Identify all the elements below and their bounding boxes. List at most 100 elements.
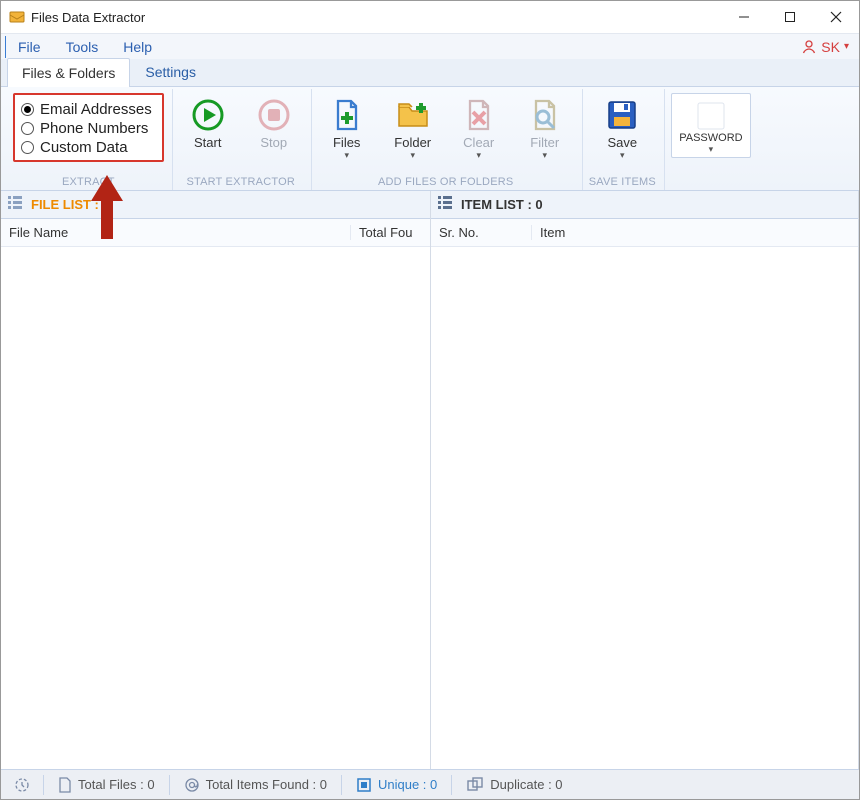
menu-help[interactable]: Help: [110, 36, 164, 58]
play-icon: [190, 97, 226, 133]
start-label: Start: [194, 135, 221, 150]
panel-title: FILE LIST : 0: [31, 197, 110, 212]
status-total-items: Total Items Found : 0: [178, 777, 333, 793]
close-button[interactable]: [813, 1, 859, 33]
group-label: START EXTRACTOR: [186, 176, 295, 190]
status-total-files: Total Files : 0: [52, 777, 161, 793]
filter-label: Filter: [530, 135, 559, 150]
clear-button[interactable]: Clear ▾: [450, 93, 508, 163]
stop-button[interactable]: Stop: [245, 93, 303, 152]
ribbon-group-add: Files ▾ Folder ▾ Clear ▾: [311, 89, 580, 190]
status-bar: Total Files : 0 Total Items Found : 0 Un…: [1, 769, 859, 799]
group-label: [709, 176, 712, 190]
tab-settings[interactable]: Settings: [130, 57, 211, 86]
ribbon: Email Addresses Phone Numbers Custom Dat…: [1, 87, 859, 191]
chevron-down-icon: ▾: [620, 150, 625, 161]
list-icon: [437, 194, 453, 215]
file-add-icon: [329, 97, 365, 133]
save-label: Save: [607, 135, 637, 150]
menu-tools[interactable]: Tools: [53, 36, 111, 58]
chevron-down-icon: ▾: [709, 144, 714, 155]
chevron-down-icon: ▾: [344, 150, 349, 161]
password-button[interactable]: PASSWORD ▾: [671, 93, 751, 158]
radio-phone-numbers[interactable]: Phone Numbers: [21, 120, 152, 137]
filter-button[interactable]: Filter ▾: [516, 93, 574, 163]
start-button[interactable]: Start: [179, 93, 237, 152]
status-unique[interactable]: Unique : 0: [350, 777, 443, 793]
extract-radio-box: Email Addresses Phone Numbers Custom Dat…: [13, 93, 164, 162]
column-headers: File Name Total Fou: [1, 219, 430, 247]
minimize-button[interactable]: [721, 1, 767, 33]
panel-title: ITEM LIST : 0: [461, 197, 543, 212]
tab-files-folders[interactable]: Files & Folders: [7, 58, 130, 87]
password-label: PASSWORD: [679, 132, 742, 144]
menu-file[interactable]: File: [5, 36, 53, 58]
person-icon: [801, 39, 817, 55]
radio-custom-data[interactable]: Custom Data: [21, 139, 152, 156]
ribbon-group-password: PASSWORD ▾: [664, 89, 757, 190]
group-label: SAVE ITEMS: [589, 176, 656, 190]
status-duplicate[interactable]: Duplicate : 0: [460, 777, 568, 793]
radio-label: Email Addresses: [40, 101, 152, 118]
item-list-body[interactable]: [431, 247, 858, 769]
brand-profile[interactable]: SK ▾: [801, 39, 859, 55]
folder-button[interactable]: Folder ▾: [384, 93, 442, 163]
chevron-down-icon: ▾: [844, 41, 849, 52]
menu-bar: File Tools Help SK ▾: [1, 33, 859, 59]
clear-label: Clear: [463, 135, 494, 150]
file-list-body[interactable]: [1, 247, 430, 769]
status-label: Total Items Found : 0: [206, 777, 327, 792]
duplicate-icon: [466, 777, 484, 793]
file-icon: [58, 777, 72, 793]
col-item[interactable]: Item: [531, 225, 858, 240]
ribbon-tabs: Files & Folders Settings: [1, 59, 859, 87]
radio-email-addresses[interactable]: Email Addresses: [21, 101, 152, 118]
panel-header: ITEM LIST : 0: [431, 191, 858, 219]
content-panels: FILE LIST : 0 File Name Total Fou ITEM L…: [1, 191, 859, 769]
radio-label: Phone Numbers: [40, 120, 148, 137]
at-icon: [184, 777, 200, 793]
folder-label: Folder: [394, 135, 431, 150]
radio-icon: [21, 122, 34, 135]
col-sr-no[interactable]: Sr. No.: [431, 225, 531, 240]
blank-icon: [697, 102, 725, 130]
chevron-down-icon: ▾: [476, 150, 481, 161]
save-icon: [604, 97, 640, 133]
status-label: Total Files : 0: [78, 777, 155, 792]
chevron-down-icon: ▾: [410, 150, 415, 161]
save-button[interactable]: Save ▾: [593, 93, 651, 163]
app-icon: [9, 9, 25, 25]
ribbon-group-start: Start Stop START EXTRACTOR: [172, 89, 309, 190]
history-icon: [13, 777, 29, 793]
window-title: Files Data Extractor: [31, 10, 145, 25]
ribbon-group-save: Save ▾ SAVE ITEMS: [582, 89, 662, 190]
group-label: ADD FILES OR FOLDERS: [378, 176, 513, 190]
radio-icon: [21, 103, 34, 116]
col-total-found[interactable]: Total Fou: [350, 225, 430, 240]
file-clear-icon: [461, 97, 497, 133]
radio-label: Custom Data: [40, 139, 128, 156]
ribbon-group-extract: Email Addresses Phone Numbers Custom Dat…: [7, 89, 170, 190]
file-filter-icon: [527, 97, 563, 133]
panel-item-list: ITEM LIST : 0 Sr. No. Item: [431, 191, 859, 769]
group-label: EXTRACT: [62, 176, 115, 190]
folder-add-icon: [395, 97, 431, 133]
title-bar: Files Data Extractor: [1, 1, 859, 33]
panel-file-list: FILE LIST : 0 File Name Total Fou: [1, 191, 431, 769]
list-icon: [7, 194, 23, 215]
files-label: Files: [333, 135, 360, 150]
stop-label: Stop: [260, 135, 287, 150]
panel-header: FILE LIST : 0: [1, 191, 430, 219]
maximize-button[interactable]: [767, 1, 813, 33]
radio-icon: [21, 141, 34, 154]
status-history[interactable]: [7, 777, 35, 793]
unique-icon: [356, 777, 372, 793]
status-label: Unique : 0: [378, 777, 437, 792]
status-label: Duplicate : 0: [490, 777, 562, 792]
stop-icon: [256, 97, 292, 133]
files-button[interactable]: Files ▾: [318, 93, 376, 163]
brand-label: SK: [821, 39, 840, 55]
chevron-down-icon: ▾: [542, 150, 547, 161]
column-headers: Sr. No. Item: [431, 219, 858, 247]
col-file-name[interactable]: File Name: [1, 225, 350, 240]
